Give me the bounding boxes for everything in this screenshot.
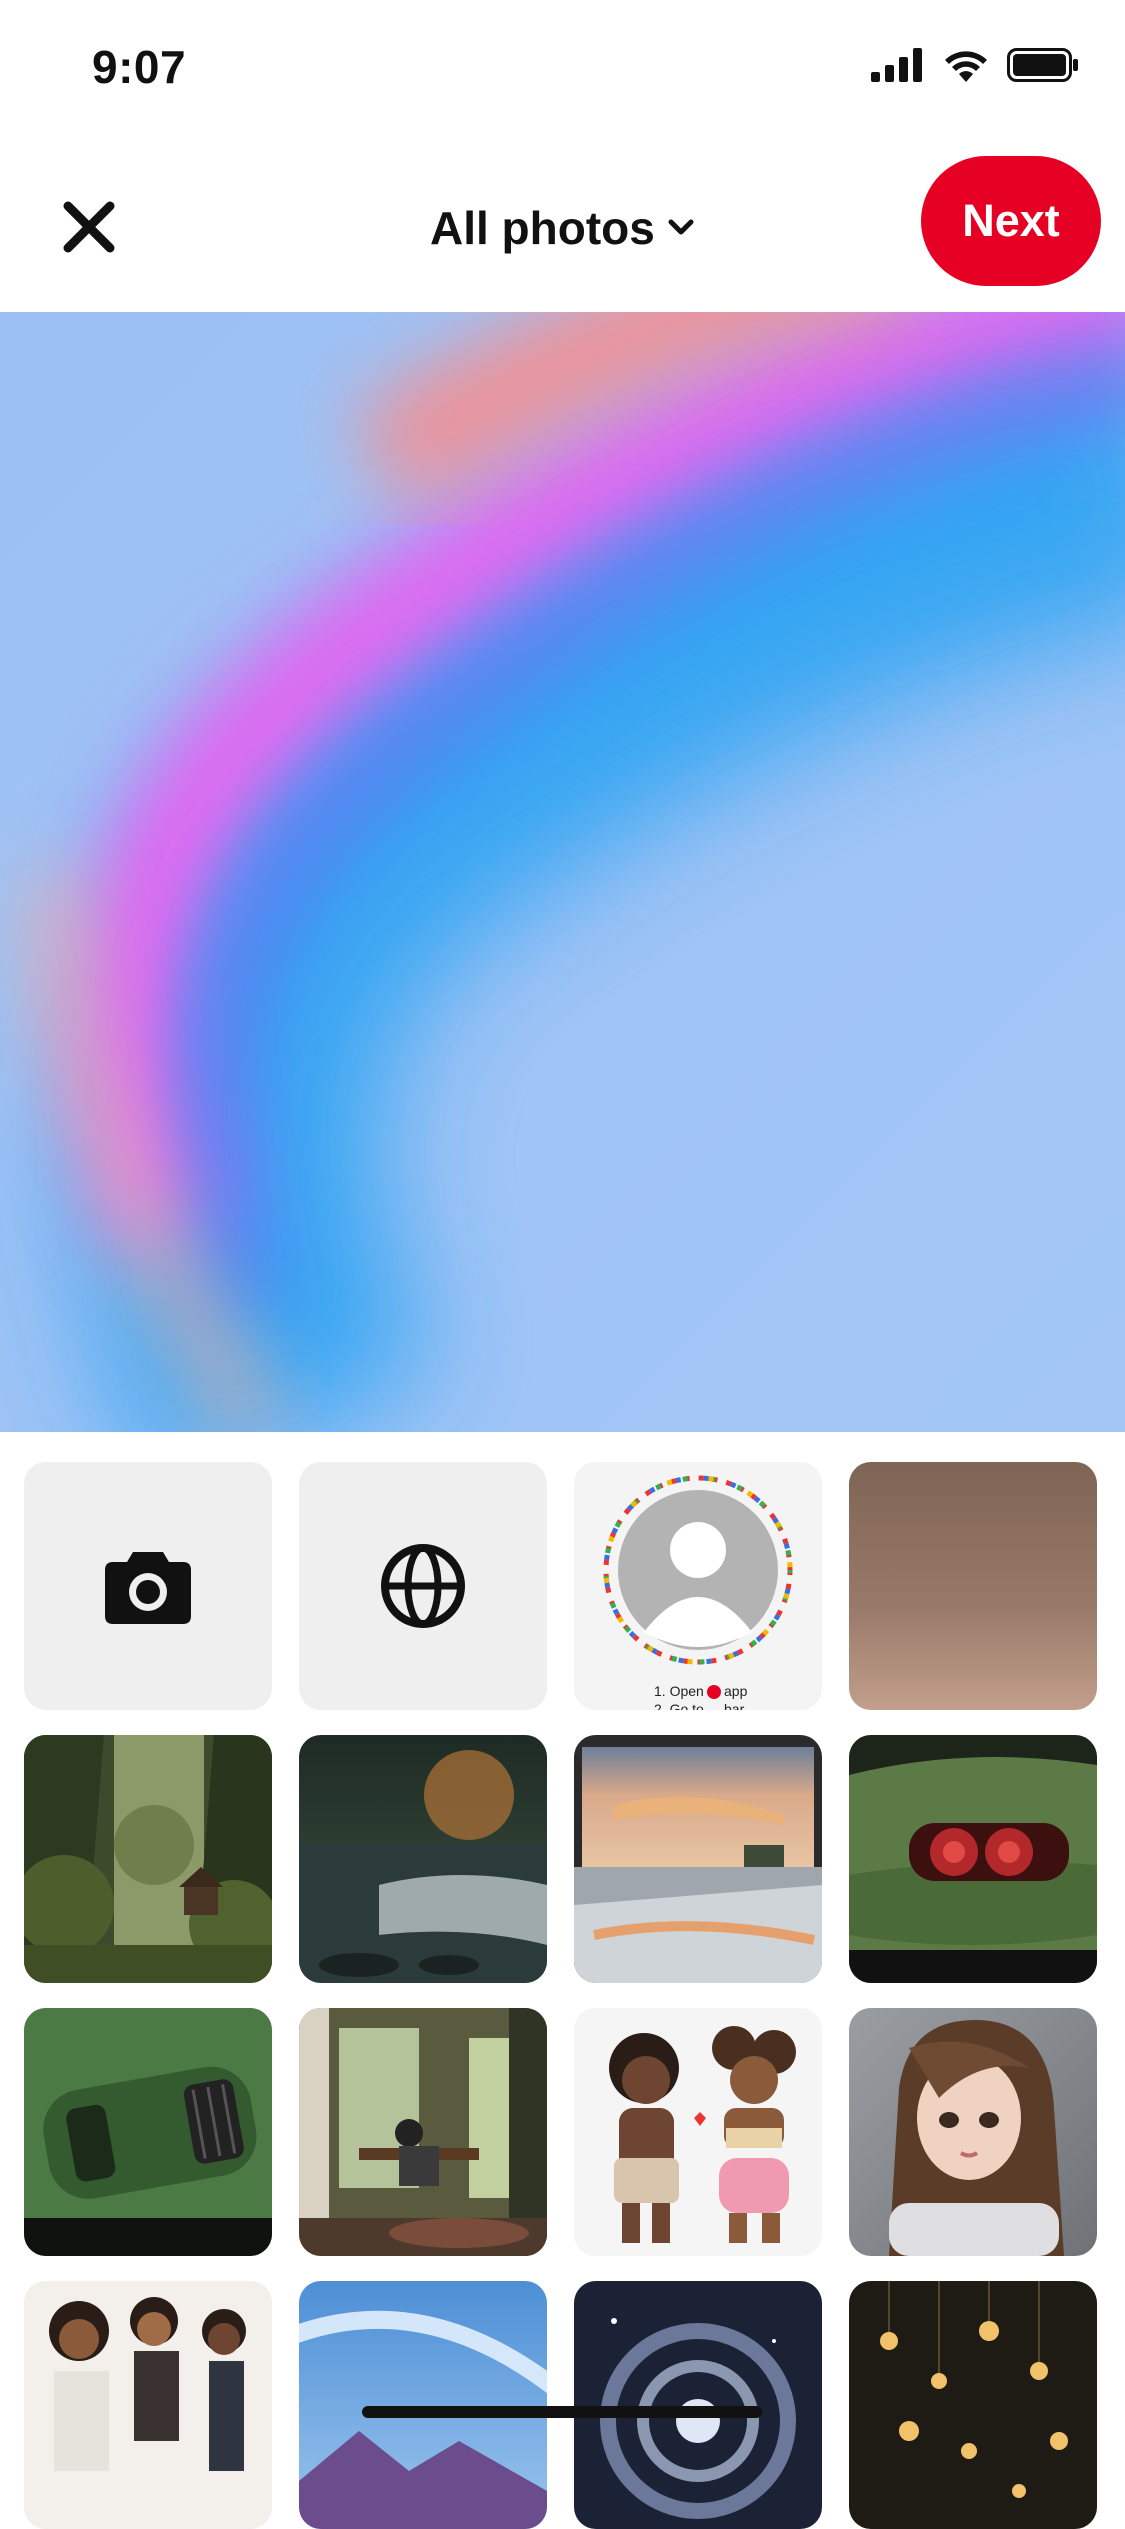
chevron-down-icon: [668, 219, 694, 235]
photo-thumbnail[interactable]: [299, 2008, 547, 2256]
profile-instructions-image: 1. Open app 2. Go to bar: [574, 1462, 822, 1710]
instruction-line-1-suffix: app: [724, 1683, 748, 1699]
cozy-workspace-image: [299, 2008, 547, 2256]
brown-gradient-image: [849, 1462, 1097, 1710]
camera-tile[interactable]: [24, 1462, 272, 1710]
close-icon: [63, 201, 115, 253]
close-button[interactable]: [56, 194, 122, 260]
green-car-taillight-image: [849, 1735, 1097, 1983]
wifi-icon: [945, 51, 987, 82]
instruction-line-1: 1. Open: [654, 1683, 704, 1699]
gradient-wallpaper-image: [0, 312, 1125, 1432]
instruction-line-2-suffix: bar: [724, 1701, 745, 1710]
photo-thumbnail[interactable]: 1. Open app 2. Go to bar: [574, 1462, 822, 1710]
album-selector[interactable]: All photos: [430, 198, 695, 258]
blue-sky-arc-image: [299, 2281, 547, 2529]
selected-photo-preview: [0, 312, 1125, 1432]
battery-icon: [1007, 48, 1078, 82]
photo-thumbnail[interactable]: [24, 2008, 272, 2256]
lake-reflection-image: [299, 1735, 547, 1983]
friends-illustration-image: [24, 2281, 272, 2529]
next-button[interactable]: Next: [921, 156, 1101, 286]
home-indicator: [362, 2406, 762, 2418]
photo-thumbnail[interactable]: [849, 2281, 1097, 2529]
sunset-kitchen-image: [574, 1735, 822, 1983]
photo-thumbnail[interactable]: [574, 1735, 822, 1983]
hanging-lanterns-image: [849, 2281, 1097, 2529]
album-title: All photos: [430, 202, 655, 254]
forest-cabin-image: [24, 1735, 272, 1983]
status-icons: [871, 48, 1079, 82]
photo-thumbnail[interactable]: [849, 2008, 1097, 2256]
photo-thumbnail[interactable]: [24, 2281, 272, 2529]
photo-grid: 1. Open app 2. Go to bar: [24, 1462, 1101, 2529]
status-time: 9:07: [92, 41, 187, 93]
globe-icon: [381, 1544, 465, 1628]
photo-thumbnail[interactable]: [299, 2281, 547, 2529]
photo-thumbnail[interactable]: [574, 2008, 822, 2256]
green-car-topview-image: [24, 2008, 272, 2256]
photo-thumbnail[interactable]: [24, 1735, 272, 1983]
galaxy-swirl-image: [574, 2281, 822, 2529]
photo-thumbnail[interactable]: [574, 2281, 822, 2529]
status-bar: 9:07: [0, 0, 1125, 140]
picker-header: All photos Next: [0, 140, 1125, 312]
cartoon-girls-sticker-image: [574, 2008, 822, 2256]
photo-thumbnail[interactable]: [849, 1735, 1097, 1983]
photo-thumbnail[interactable]: [849, 1462, 1097, 1710]
3d-portrait-girl-image: [849, 2008, 1097, 2256]
photo-thumbnail[interactable]: [299, 1735, 547, 1983]
instruction-line-2: 2. Go to: [654, 1701, 704, 1710]
web-search-tile[interactable]: [299, 1462, 547, 1710]
camera-icon: [105, 1552, 191, 1624]
signal-icon: [871, 48, 922, 82]
